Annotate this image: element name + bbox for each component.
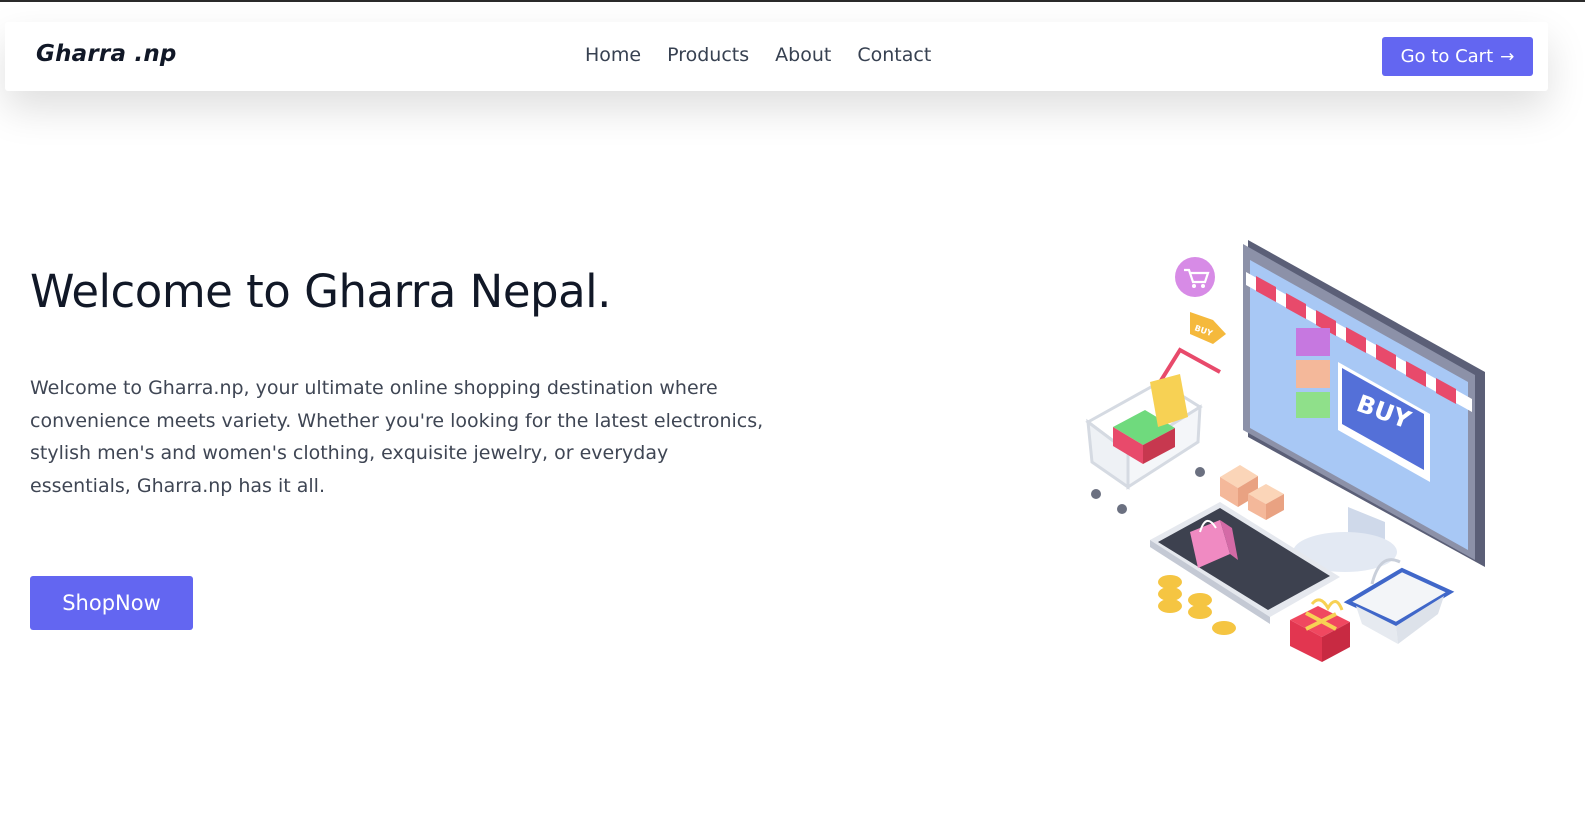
nav-link-home[interactable]: Home bbox=[585, 44, 641, 66]
gift-icon bbox=[1290, 598, 1350, 662]
hero-title: Welcome to Gharra Nepal. bbox=[30, 265, 611, 318]
shopping-illustration: BUY BUY bbox=[1085, 240, 1485, 662]
product-shelf bbox=[1296, 328, 1330, 356]
main-nav: Home Products About Contact bbox=[585, 44, 931, 66]
basket-icon bbox=[1343, 558, 1455, 644]
shop-now-button[interactable]: ShopNow bbox=[30, 576, 193, 630]
nav-link-products[interactable]: Products bbox=[667, 44, 749, 66]
nav-link-about[interactable]: About bbox=[775, 44, 831, 66]
site-logo[interactable]: Gharra .np bbox=[36, 41, 177, 67]
arrow-right-icon: → bbox=[1500, 46, 1515, 67]
top-border bbox=[0, 0, 1585, 2]
go-to-cart-button[interactable]: Go to Cart → bbox=[1382, 37, 1533, 76]
shopping-cart-icon bbox=[1085, 347, 1221, 514]
go-to-cart-label: Go to Cart bbox=[1400, 46, 1494, 67]
navbar: Gharra .np Home Products About Contact G… bbox=[5, 22, 1548, 91]
cart-badge-icon bbox=[1175, 257, 1215, 297]
nav-link-contact[interactable]: Contact bbox=[857, 44, 931, 66]
hero-description: Welcome to Gharra.np, your ultimate onli… bbox=[30, 377, 764, 497]
